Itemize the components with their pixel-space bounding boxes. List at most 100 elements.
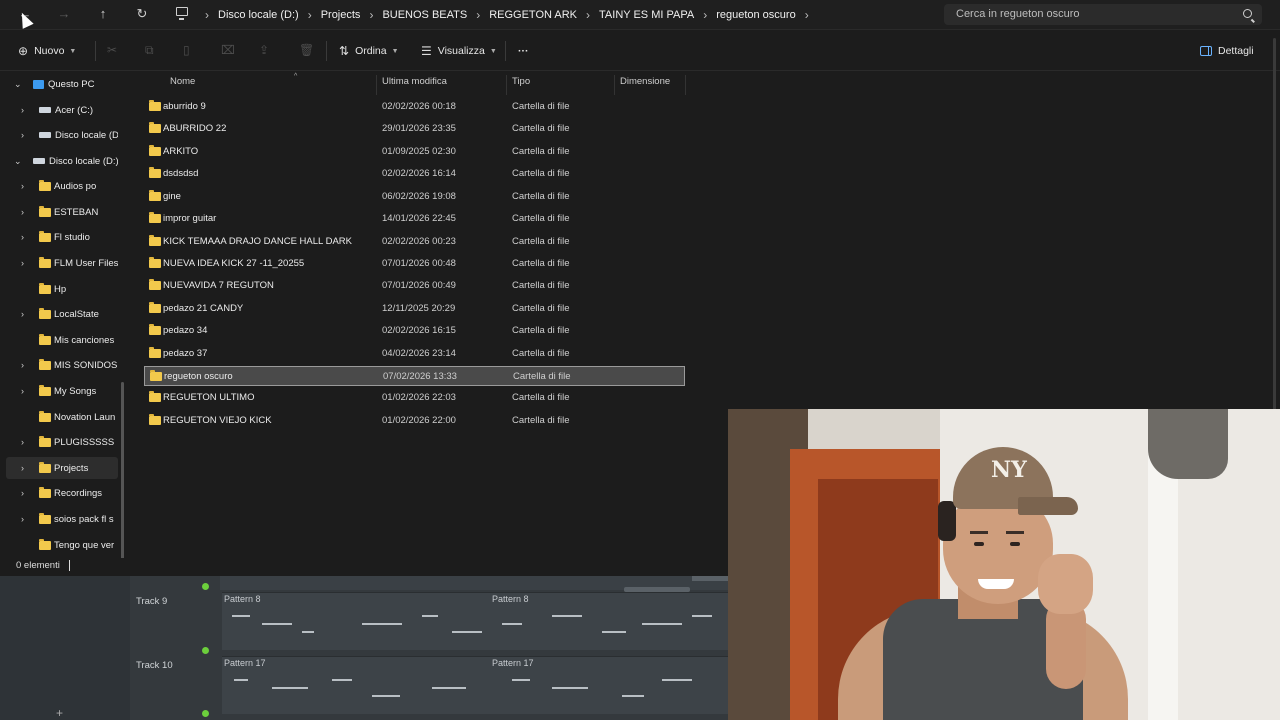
up-arrow-icon[interactable]: ↑ (92, 4, 114, 24)
chevron-right-icon[interactable]: › (586, 8, 590, 22)
file-row[interactable]: ABURRIDO 22 29/01/2026 23:35 Cartella di… (144, 119, 685, 139)
file-name: gine (163, 191, 181, 202)
sidebar-item-this-pc[interactable]: ⌄ Questo PC (6, 73, 118, 95)
track-mute-led[interactable] (202, 583, 209, 590)
chevron-right-icon[interactable]: › (21, 258, 24, 268)
chevron-right-icon[interactable]: › (805, 8, 809, 22)
track-label[interactable]: Track 9 (136, 596, 167, 607)
daw-scroll-handle[interactable] (692, 576, 728, 581)
file-row[interactable]: dsdsdsd 02/02/2026 16:14 Cartella di fil… (144, 164, 685, 184)
sidebar-item-audios-po[interactable]: › Audios po (6, 175, 118, 197)
file-row[interactable]: aburrido 9 02/02/2026 00:18 Cartella di … (144, 97, 685, 117)
column-header-name[interactable]: ^ Nome (170, 73, 370, 94)
file-row[interactable]: impror guitar 14/01/2026 22:45 Cartella … (144, 209, 685, 229)
breadcrumb-item[interactable]: Disco locale (D:) (218, 9, 299, 21)
file-row[interactable]: NUEVA IDEA KICK 27 -11_20255 07/01/2026 … (144, 254, 685, 274)
track-mute-led[interactable] (202, 710, 209, 717)
details-button[interactable]: Dettagli (1200, 43, 1254, 59)
column-header-type[interactable]: Tipo (512, 76, 530, 94)
chevron-right-icon[interactable]: › (308, 8, 312, 22)
sidebar-item-flm-user-files[interactable]: › FLM User Files (6, 252, 118, 274)
sidebar-item-disco-locale[interactable]: › Disco locale (D (6, 124, 118, 146)
sidebar-scrollbar[interactable] (121, 382, 124, 558)
file-name: NUEVAVIDA 7 REGUTON (163, 280, 274, 291)
breadcrumb-item[interactable]: TAINY ES MI PAPA (599, 9, 694, 21)
sidebar-item-fl-studio[interactable]: › Fl studio (6, 226, 118, 248)
column-divider[interactable] (376, 75, 377, 95)
new-button[interactable]: ⊕ Nuovo ▼ (18, 43, 76, 59)
file-row[interactable]: gine 06/02/2026 19:08 Cartella di file (144, 187, 685, 207)
sidebar-item-mis-sonidos[interactable]: › MIS SONIDOS (6, 354, 118, 376)
chevron-down-icon[interactable]: ⌄ (14, 79, 22, 90)
sidebar-item-novation[interactable]: Novation Laun (6, 406, 118, 428)
computer-icon[interactable] (176, 7, 188, 20)
refresh-icon[interactable]: ↻ (131, 4, 153, 24)
column-divider[interactable] (506, 75, 507, 95)
chevron-right-icon[interactable]: › (369, 8, 373, 22)
view-button[interactable]: ☰ Visualizza ▼ (421, 43, 497, 59)
chevron-right-icon[interactable]: › (21, 437, 24, 447)
sidebar-item-acer-c[interactable]: › Acer (C:) (6, 99, 118, 121)
rename-icon[interactable]: ⌧ (221, 43, 235, 57)
sidebar-item-soios-pack[interactable]: › soios pack fl s (6, 508, 118, 530)
track-lane[interactable]: Pattern 17 Pattern 17 (222, 656, 728, 714)
file-row[interactable]: pedazo 21 CANDY 12/11/2025 20:29 Cartell… (144, 299, 685, 319)
column-header-modified[interactable]: Ultima modifica (382, 76, 447, 94)
chevron-right-icon[interactable]: › (21, 360, 24, 370)
file-row[interactable]: pedazo 37 04/02/2026 23:14 Cartella di f… (144, 344, 685, 364)
sidebar-item-mis-canciones[interactable]: Mis canciones (6, 329, 118, 351)
file-row[interactable]: ARKITO 01/09/2025 02:30 Cartella di file (144, 142, 685, 162)
sidebar-item-recordings[interactable]: › Recordings (6, 482, 118, 504)
chevron-down-icon[interactable]: ⌄ (14, 156, 22, 167)
chevron-right-icon[interactable]: › (21, 514, 24, 524)
chevron-right-icon[interactable]: › (21, 463, 24, 473)
more-options-button[interactable]: ··· (518, 43, 529, 59)
share-icon[interactable]: ⇪ (259, 43, 269, 57)
chevron-right-icon[interactable]: › (21, 488, 24, 498)
copy-icon[interactable]: ⧉ (145, 43, 154, 58)
chevron-right-icon[interactable]: › (703, 8, 707, 22)
file-row[interactable]: NUEVAVIDA 7 REGUTON 07/01/2026 00:49 Car… (144, 276, 685, 296)
track-label[interactable]: Track 10 (136, 660, 173, 671)
chevron-right-icon[interactable]: › (21, 386, 24, 396)
sort-button[interactable]: ⇅ Ordina ▼ (339, 43, 399, 59)
column-header-size[interactable]: Dimensione (620, 76, 670, 94)
sidebar-item-hp[interactable]: Hp (6, 278, 118, 300)
chevron-right-icon[interactable]: › (476, 8, 480, 22)
breadcrumb-item[interactable]: regueton oscuro (716, 9, 796, 21)
chevron-right-icon[interactable]: › (21, 309, 24, 319)
search-input[interactable]: Cerca in regueton oscuro (944, 4, 1262, 25)
cap-logo: NY (991, 457, 1027, 483)
forward-arrow-icon[interactable]: → (53, 4, 75, 24)
sidebar-item-projects[interactable]: › Projects (6, 457, 118, 479)
file-row-selected[interactable]: regueton oscuro 07/02/2026 13:33 Cartell… (144, 366, 685, 386)
add-track-icon[interactable]: + (56, 706, 63, 720)
chevron-right-icon[interactable]: › (21, 232, 24, 242)
column-divider[interactable] (614, 75, 615, 95)
sidebar-item-tengo-que-ver[interactable]: Tengo que ver (6, 534, 118, 556)
sidebar-item-disco-locale-d[interactable]: ⌄ Disco locale (D:) (6, 150, 118, 172)
chevron-right-icon[interactable]: › (21, 181, 24, 191)
sidebar-item-esteban[interactable]: › ESTEBAN (6, 201, 118, 223)
breadcrumb-item[interactable]: REGGETON ARK (489, 9, 577, 21)
chevron-right-icon[interactable]: › (21, 105, 24, 115)
breadcrumb-item[interactable]: Projects (321, 9, 361, 21)
sidebar-item-localstate[interactable]: › LocalState (6, 303, 118, 325)
file-row[interactable]: REGUETON VIEJO KICK 01/02/2026 22:00 Car… (144, 411, 685, 431)
sidebar-item-plugissss[interactable]: › PLUGISSSSS (6, 431, 118, 453)
paste-icon[interactable]: ▯ (183, 43, 190, 57)
chevron-right-icon[interactable]: › (21, 207, 24, 217)
file-row[interactable]: KICK TEMAAA DRAJO DANCE HALL DARK 02/02/… (144, 232, 685, 252)
folder-icon (150, 370, 162, 381)
chevron-right-icon[interactable]: › (21, 130, 24, 140)
delete-icon[interactable]: 🗑 (299, 43, 314, 57)
track-mute-led[interactable] (202, 647, 209, 654)
file-row[interactable]: pedazo 34 02/02/2026 16:15 Cartella di f… (144, 321, 685, 341)
column-divider[interactable] (685, 75, 686, 95)
sidebar-item-my-songs[interactable]: › My Songs (6, 380, 118, 402)
file-row[interactable]: REGUETON ULTIMO 01/02/2026 22:03 Cartell… (144, 388, 685, 408)
track-lane[interactable]: Pattern 8 Pattern 8 (222, 592, 728, 650)
breadcrumb-item[interactable]: BUENOS BEATS (382, 9, 467, 21)
search-icon[interactable] (1243, 9, 1252, 18)
cut-icon[interactable]: ✂ (107, 43, 117, 57)
